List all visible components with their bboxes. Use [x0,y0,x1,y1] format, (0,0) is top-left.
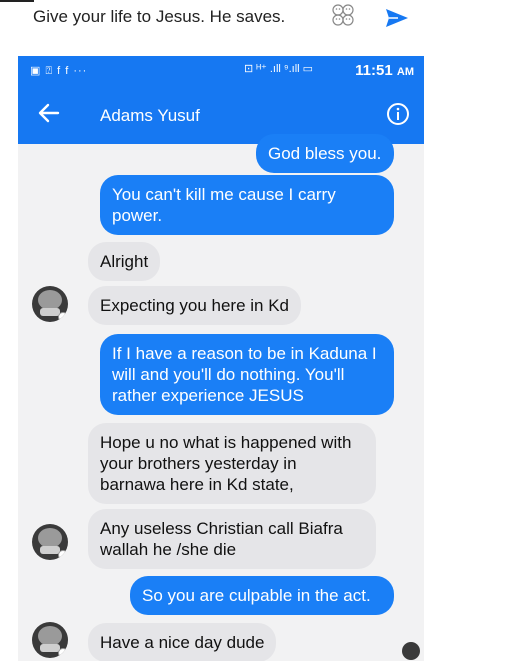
avatar-caption [40,308,60,316]
message-bubble-outgoing[interactable]: You can't kill me cause I carry power. [100,175,394,235]
facebook-badge-icon [58,648,68,658]
contact-name[interactable]: Adams Yusuf [100,106,200,126]
message-bubble-outgoing[interactable]: If I have a reason to be in Kaduna I wil… [100,334,394,415]
message-bubble-outgoing[interactable]: So you are culpable in the act. [130,576,394,615]
message-bubble-incoming[interactable]: Alright [88,242,161,281]
avatar-image [38,528,62,548]
notification-icons: ▣ ⍰ f f ··· [30,65,88,77]
avatar-image [38,626,62,646]
message-bubble-incoming[interactable]: Hope u no what is happened with your bro… [88,423,376,504]
composer-bar: Give your life to Jesus. He saves. [0,0,510,50]
avatar[interactable] [32,524,68,560]
facebook-badge-icon [58,312,68,322]
facebook-badge-icon [58,550,68,560]
avatar[interactable] [32,286,68,322]
signal-battery-icons: ⊡ ᴴ⁺ .ıll ⁹.ıll ▭ [244,63,314,75]
message-bubble-outgoing[interactable]: God bless you. [256,134,394,173]
message-bubble-incoming[interactable]: Have a nice day dude [88,623,277,661]
message-bubble-incoming[interactable]: Any useless Christian call Biafra wallah… [88,509,376,569]
avatar-caption [40,546,60,554]
divider [0,0,34,2]
seen-receipt-avatar [402,642,420,660]
message-list: God bless you. You can't kill me cause I… [18,134,424,661]
send-arrow-icon[interactable] [384,7,410,29]
clock: 11:51 AM [355,62,414,79]
avatar-image [38,290,62,310]
messenger-screen: ▣ ⍰ f f ··· ⊡ ᴴ⁺ .ıll ⁹.ıll ▭ 11:51 AM A… [18,56,424,661]
message-bubble-incoming[interactable]: Expecting you here in Kd [88,286,302,325]
status-bar: ▣ ⍰ f f ··· ⊡ ᴴ⁺ .ıll ⁹.ıll ▭ 11:51 AM [18,56,424,86]
avatar[interactable] [32,622,68,658]
info-icon[interactable] [386,102,410,126]
emoji-sticker-icon[interactable] [331,3,355,27]
message-input[interactable]: Give your life to Jesus. He saves. [33,7,285,27]
avatar-caption [40,644,60,652]
back-arrow-icon[interactable] [36,100,62,126]
